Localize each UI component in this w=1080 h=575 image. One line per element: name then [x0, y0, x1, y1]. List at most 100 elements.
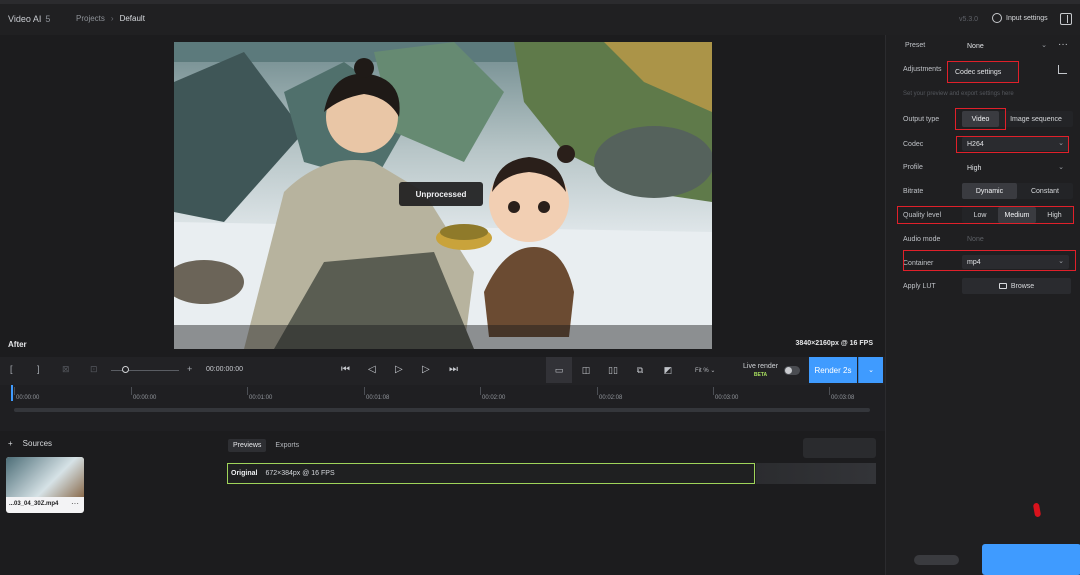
blurred-row-extension: [756, 463, 876, 484]
output-resolution-label: 3840×2160px @ 16 FPS: [795, 340, 873, 347]
tick-mark: [364, 387, 365, 395]
profile-value: High: [967, 164, 982, 172]
highlight-box: [956, 136, 1069, 153]
tick-label: 00:01:08: [366, 395, 390, 401]
profile-label: Profile: [903, 164, 923, 171]
zoom-fit-select[interactable]: Fit % ⌄: [695, 367, 715, 374]
play-icon[interactable]: ▷: [395, 364, 403, 375]
tick-mark: [247, 387, 248, 395]
more-options-icon[interactable]: ···: [71, 499, 79, 508]
tick-label: 00:00:00: [133, 395, 157, 401]
bottom-panel: + Sources ...03_04_30Z.mp4 ··· Previews …: [0, 431, 885, 575]
live-render-label: Live render BETA: [743, 362, 778, 380]
chevron-down-icon: ⌄: [1058, 164, 1064, 171]
breadcrumb-projects[interactable]: Projects: [76, 14, 105, 23]
gear-icon: [992, 13, 1002, 23]
split-view-icon[interactable]: ◫: [573, 357, 599, 383]
highlight-box: [897, 206, 1074, 224]
source-thumbnail-card[interactable]: ...03_04_30Z.mp4 ···: [6, 457, 84, 513]
highlight-box: [903, 250, 1076, 271]
timeline-track[interactable]: [14, 408, 870, 412]
skip-to-start-icon[interactable]: ⏮: [341, 364, 350, 375]
breadcrumb: Projects › Default: [76, 14, 145, 23]
tick-mark: [131, 387, 132, 395]
bitrate-segment: Dynamic Constant: [962, 183, 1073, 199]
panel-toggle-icon[interactable]: [1060, 13, 1072, 25]
tick-label: 00:02:08: [599, 395, 623, 401]
tick-mark: [597, 387, 598, 395]
zoom-in-button[interactable]: +: [187, 364, 192, 374]
blurred-footer-control: [914, 555, 959, 565]
preset-select[interactable]: None ⌄: [962, 39, 1052, 53]
settings-panel: Preset None ⌄ ··· Adjustments Codec setti…: [885, 35, 1080, 575]
zoom-slider-handle[interactable]: [122, 366, 129, 373]
red-annotation-mark: [1032, 502, 1042, 518]
sources-header: + Sources: [8, 439, 52, 448]
chevron-right-icon: ›: [110, 14, 114, 23]
add-source-button[interactable]: +: [8, 439, 13, 448]
original-info: 672×384px @ 16 FPS: [265, 470, 335, 477]
app-version-badge: 5: [45, 14, 51, 24]
preview-viewer: Unprocessed After 3840×2160px @ 16 FPS: [0, 35, 885, 357]
tick-label: 00:01:00: [249, 395, 273, 401]
next-frame-icon[interactable]: ▷: [422, 364, 430, 375]
live-render-text: Live render: [743, 363, 779, 370]
settings-hint: Set your preview and export settings her…: [903, 91, 1014, 97]
audio-mode-select: None: [962, 232, 1069, 246]
audio-mode-value: None: [967, 235, 984, 243]
crop-view-icon[interactable]: ◩: [655, 357, 681, 383]
source-filename: ...03_04_30Z.mp4: [9, 501, 59, 507]
blurred-control: [803, 438, 876, 458]
chevron-down-icon: ⌄: [1041, 42, 1047, 49]
previous-frame-icon[interactable]: ◁: [368, 364, 376, 375]
side-by-side-icon[interactable]: ▯▯: [600, 357, 626, 383]
version-label: v5.3.0: [959, 16, 979, 23]
original-preview-row[interactable]: Original 672×384px @ 16 FPS: [227, 463, 755, 484]
tick-label: 00:00:00: [16, 395, 40, 401]
profile-select[interactable]: High ⌄: [962, 161, 1069, 175]
browse-label: Browse: [1010, 282, 1035, 290]
monitor-icon: [998, 283, 1007, 289]
chevron-down-icon[interactable]: ⌄: [858, 357, 883, 383]
browse-lut-button[interactable]: Browse: [962, 278, 1071, 294]
timecode: 00:00:00:00: [206, 366, 243, 373]
clear-marks-icon[interactable]: ⊠: [62, 364, 70, 375]
bitrate-constant[interactable]: Constant: [1017, 183, 1073, 199]
input-settings-button[interactable]: Input settings: [992, 13, 1048, 23]
compare-icon[interactable]: ⧉: [627, 357, 653, 383]
tick-mark: [713, 387, 714, 395]
audio-mode-label: Audio mode: [903, 236, 941, 243]
single-view-icon[interactable]: ▭: [546, 357, 572, 383]
tick-label: 00:02:00: [482, 395, 506, 401]
adjustments-label: Adjustments: [903, 66, 942, 73]
input-settings-label: Input settings: [1006, 14, 1048, 22]
mark-in-button[interactable]: [: [10, 364, 13, 374]
output-type-label: Output type: [903, 116, 940, 123]
app-name: Video AI: [8, 14, 42, 24]
snapshot-icon[interactable]: ⊡: [90, 364, 98, 375]
skip-to-end-icon[interactable]: ⏭: [449, 364, 458, 375]
more-options-icon[interactable]: ···: [1058, 39, 1068, 50]
tick-label: 00:03:08: [831, 395, 855, 401]
crop-icon[interactable]: [1058, 65, 1067, 74]
tab-previews[interactable]: Previews: [228, 439, 267, 452]
app-title: Video AI 5: [8, 14, 50, 24]
beta-badge: BETA: [753, 372, 768, 378]
timeline[interactable]: 00:00:00 00:00:00 00:01:00 00:01:08 00:0…: [0, 385, 885, 431]
output-type-image-sequence[interactable]: Image sequence: [999, 111, 1073, 127]
tick-mark: [829, 387, 830, 395]
original-label: Original: [231, 470, 258, 477]
live-render-toggle[interactable]: [784, 366, 800, 375]
source-thumbnail: [6, 457, 84, 497]
render-button[interactable]: Render 2s: [809, 357, 857, 383]
preview-tabs: Previews Exports: [228, 439, 304, 452]
export-button[interactable]: [982, 544, 1080, 575]
tick-label: 00:03:00: [715, 395, 739, 401]
mark-out-button[interactable]: ]: [37, 364, 40, 374]
playhead[interactable]: [11, 385, 13, 401]
bitrate-label: Bitrate: [903, 188, 924, 195]
tab-exports[interactable]: Exports: [270, 439, 304, 452]
breadcrumb-current: Default: [119, 14, 145, 23]
bitrate-dynamic[interactable]: Dynamic: [962, 183, 1017, 199]
apply-lut-label: Apply LUT: [903, 283, 936, 290]
